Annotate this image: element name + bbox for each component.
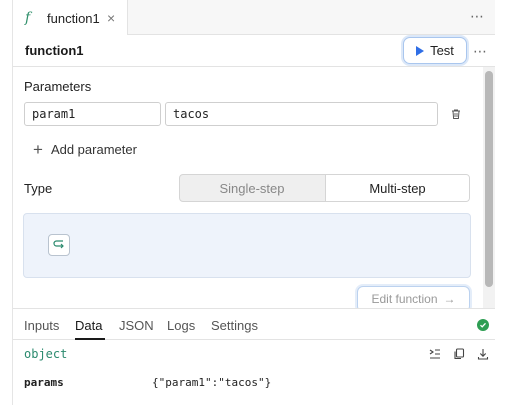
success-check-icon xyxy=(477,319,489,331)
steps-container xyxy=(23,213,471,278)
data-panel-actions xyxy=(428,347,490,361)
function-icon: f xyxy=(25,10,31,26)
return-step-icon[interactable] xyxy=(48,234,70,256)
close-icon[interactable]: × xyxy=(107,10,115,26)
copy-icon[interactable] xyxy=(452,347,466,361)
plus-icon: + xyxy=(33,140,43,159)
parameters-heading: Parameters xyxy=(24,79,92,94)
edit-function-button[interactable]: Edit function → xyxy=(357,286,470,308)
left-edge-strip xyxy=(0,0,13,405)
property-key: params xyxy=(24,376,64,389)
play-icon xyxy=(416,45,425,56)
add-parameter-button[interactable]: + Add parameter xyxy=(33,141,137,158)
scrollbar-thumb[interactable] xyxy=(485,71,493,287)
param-value-input[interactable]: tacos xyxy=(165,102,438,126)
page-title: function1 xyxy=(25,43,84,58)
function-editor: Parameters param1 tacos + Add parameter … xyxy=(13,67,483,308)
trash-icon[interactable] xyxy=(450,108,462,120)
arrow-right-icon: → xyxy=(443,292,456,306)
return-icon xyxy=(53,240,64,249)
tab-json[interactable]: JSON xyxy=(119,318,154,333)
tab-settings[interactable]: Settings xyxy=(211,318,258,333)
more-options-icon[interactable]: ⋯ xyxy=(470,8,485,25)
header-more-options-icon[interactable]: ⋯ xyxy=(473,43,488,60)
tab-title: function1 xyxy=(47,10,100,26)
collapse-icon[interactable] xyxy=(428,347,442,361)
tab-inputs[interactable]: Inputs xyxy=(24,318,59,333)
bottom-panel-tabs: Inputs Data JSON Logs Settings xyxy=(13,308,495,340)
function-header: function1 Test ⋯ xyxy=(13,35,495,67)
test-button[interactable]: Test xyxy=(403,37,467,64)
scrollbar[interactable] xyxy=(483,67,495,308)
tab-function1[interactable]: f function1 × xyxy=(13,0,128,36)
data-type-label: object xyxy=(24,347,68,361)
test-button-label: Test xyxy=(430,43,454,58)
type-label: Type xyxy=(24,181,53,196)
tab-logs[interactable]: Logs xyxy=(167,318,195,333)
single-step-option[interactable]: Single-step xyxy=(180,175,324,201)
add-parameter-label: Add parameter xyxy=(50,142,137,157)
property-value: {"param1":"tacos"} xyxy=(152,376,272,389)
type-segmented-control: Single-step Multi-step xyxy=(179,174,470,202)
data-panel: object params {"param1":"tacos"} xyxy=(13,340,495,405)
multi-step-option[interactable]: Multi-step xyxy=(325,175,469,201)
tab-data[interactable]: Data xyxy=(75,318,102,333)
tab-bar: f function1 × ⋯ xyxy=(13,0,495,36)
download-icon[interactable] xyxy=(476,347,490,361)
edit-function-label: Edit function xyxy=(371,292,438,306)
param-name-input[interactable]: param1 xyxy=(24,102,161,126)
